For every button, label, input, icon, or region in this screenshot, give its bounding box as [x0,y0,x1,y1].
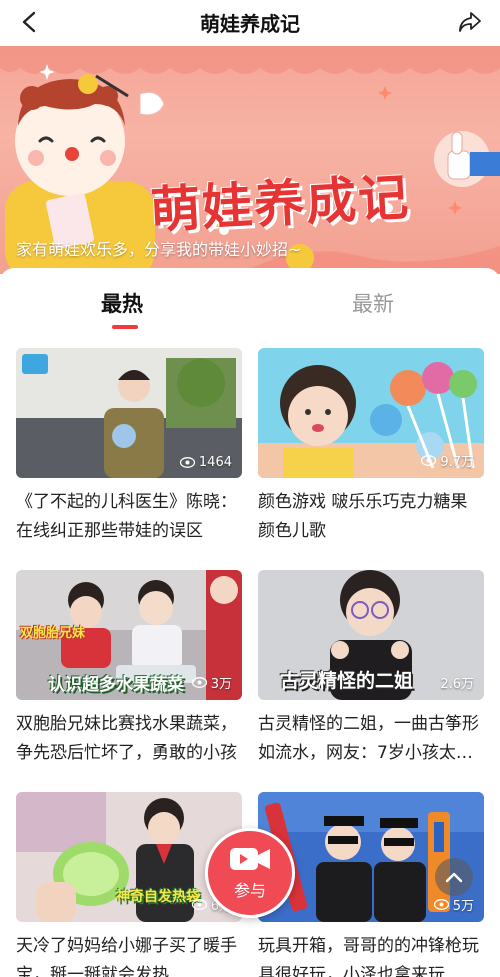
video-title[interactable]: 颜色游戏 啵乐乐巧克力糖果颜色儿歌 [258,488,484,546]
active-tab-indicator [112,325,138,329]
view-count-text: 9.7万 [440,455,474,470]
video-thumbnail[interactable]: 1464 [16,348,242,478]
view-count: 2.6万 [440,673,474,692]
eye-icon [191,899,207,910]
tab-new[interactable]: 最新 [352,288,394,318]
video-thumbnail[interactable]: 双胞胎兄妹 认识超多水果蔬菜 3万 [16,570,242,700]
video-title[interactable]: 双胞胎兄妹比赛找水果蔬菜，争先恐后忙坏了，勇敢的小孩 [16,710,242,768]
view-count-text: 1464 [198,455,232,470]
banner-title: 萌娃养成记 [148,167,412,240]
video-card[interactable]: 双胞胎兄妹 认识超多水果蔬菜 3万 双胞胎兄妹比赛找水果蔬菜，争先恐后忙坏了，勇… [16,570,242,768]
thumbnail-overlay-text: 神奇自发热袋 [116,889,200,905]
share-icon [459,12,481,32]
eye-icon [433,899,449,910]
participate-label: 参与 [233,881,266,900]
view-count: 9.7万 [421,451,474,470]
tab-bar: 最热 最新 [0,268,500,338]
video-title[interactable]: 《了不起的儿科医生》陈晓：在线纠正那些带娃的误区 [16,488,242,546]
tab-hot[interactable]: 最热 [101,288,143,318]
top-nav-bar: 萌娃养成记 [0,0,500,44]
view-count-text: 3万 [210,677,232,692]
view-count-text: 2.6万 [440,677,474,692]
participate-button[interactable]: 参与 [205,828,295,918]
eye-icon [421,455,437,466]
eye-icon [191,677,207,688]
video-camera-icon [230,848,270,870]
share-button[interactable] [454,6,486,38]
thumbnail-overlay-text: 认识超多水果蔬菜 [48,675,184,695]
video-thumbnail[interactable]: 古灵精怪的二姐 2.6万 [258,570,484,700]
thumbnail-tag: 双胞胎兄妹 [20,626,86,641]
view-count: 5万 [433,895,474,914]
video-card[interactable]: 9.7万 颜色游戏 啵乐乐巧克力糖果颜色儿歌 [258,348,484,546]
video-thumbnail[interactable]: 9.7万 [258,348,484,478]
view-count: 1464 [179,455,232,470]
thumbnail-overlay-text: 古灵精怪的二姐 [280,670,414,692]
view-count-text: 5万 [452,899,474,914]
video-title[interactable]: 玩具开箱，哥哥的的冲锋枪玩具很好玩，小泽也拿来玩 [258,932,484,977]
video-title[interactable]: 天冷了妈妈给小娜子买了暖手宝，掰一掰就会发热 [16,932,242,977]
view-count: 3万 [191,673,232,692]
page-title: 萌娃养成记 [200,12,300,36]
back-to-top-button[interactable] [435,858,473,896]
video-card[interactable]: 古灵精怪的二姐 2.6万 古灵精怪的二姐，一曲古筝形如流水，网友：7岁小孩太厉害 [258,570,484,768]
video-card[interactable]: 1464 《了不起的儿科医生》陈晓：在线纠正那些带娃的误区 [16,348,242,546]
banner-subtitle: 家有萌娃欢乐多，分享我的带娃小妙招~ [16,240,302,259]
chevron-up-icon [445,872,463,883]
eye-icon [179,457,195,468]
video-title[interactable]: 古灵精怪的二姐，一曲古筝形如流水，网友：7岁小孩太厉害 [258,710,484,768]
